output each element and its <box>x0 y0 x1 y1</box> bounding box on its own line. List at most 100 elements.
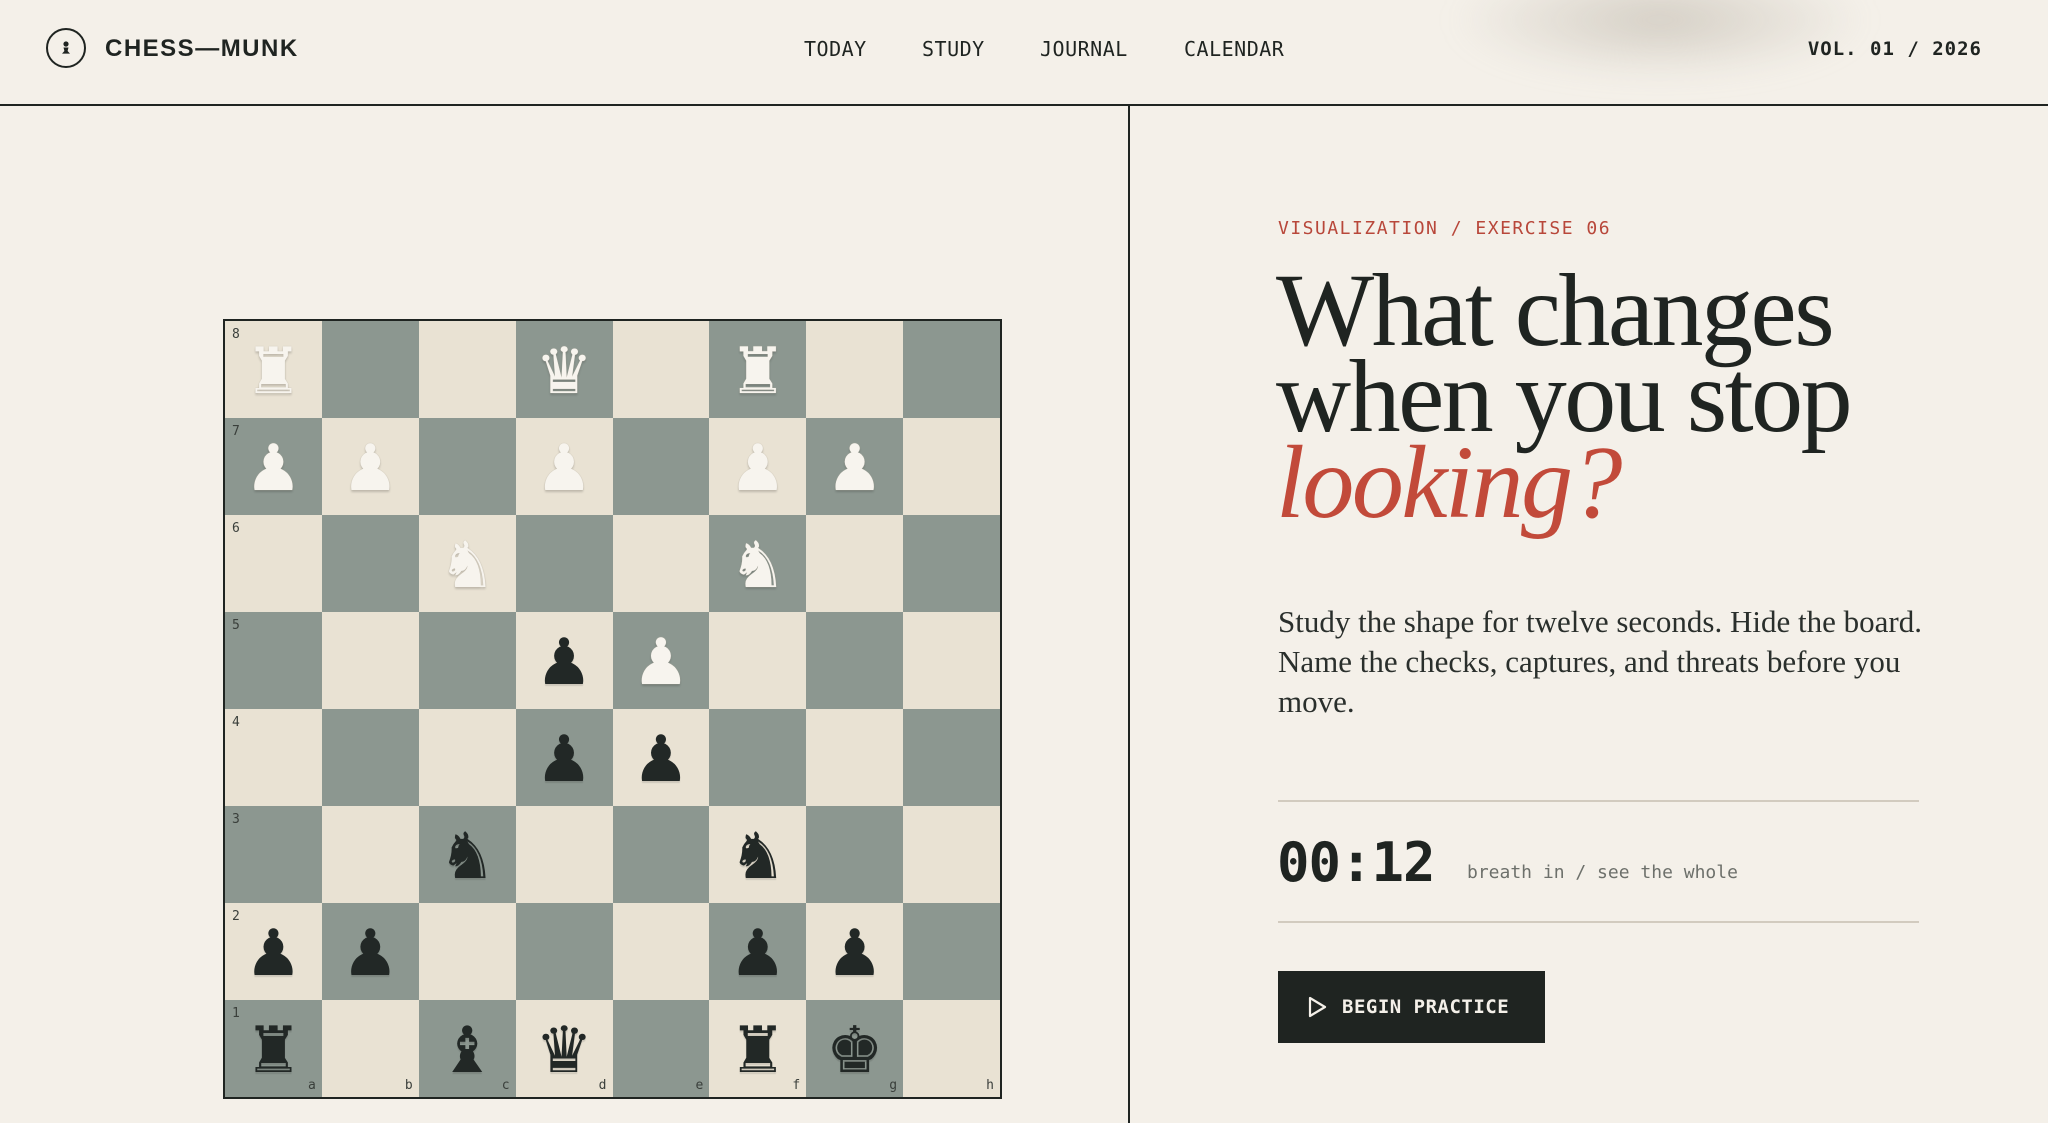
chess-board[interactable]: 8 ♜ ♛ ♜ 7 ♟ ♟ ♟ ♟ ♟ 6 ♞ ♞ 5 ♟ ♟ 4 ♟ ♟ 3 ♞ ♞ 2 ♟ ♟ ♟ ♟ 1 a ♜ b c ♝ d ♛ e f ♜ g ♚… <box>223 319 1002 1099</box>
square-g8[interactable] <box>806 321 904 418</box>
square-c4[interactable] <box>418 709 516 806</box>
file-label: f <box>792 1078 801 1093</box>
square-f1[interactable]: f ♜ <box>709 1000 807 1097</box>
square-b2[interactable]: ♟ <box>321 903 419 1000</box>
black-pawn-icon[interactable]: ♟ <box>535 728 592 792</box>
square-f5[interactable] <box>709 612 807 709</box>
square-h7[interactable] <box>903 418 1000 515</box>
square-d3[interactable] <box>515 806 613 903</box>
black-pawn-icon[interactable]: ♟ <box>245 922 302 986</box>
square-d2[interactable] <box>515 903 613 1000</box>
white-pawn-icon[interactable]: ♟ <box>729 437 786 501</box>
square-g3[interactable] <box>806 806 904 903</box>
nav-journal[interactable]: JOURNAL <box>1040 36 1128 62</box>
square-a5[interactable]: 5 <box>225 612 322 709</box>
square-b3[interactable] <box>321 806 419 903</box>
square-e7[interactable] <box>612 418 710 515</box>
black-pawn-icon[interactable]: ♟ <box>535 631 592 695</box>
exercise-headline: What changes when you stop looking? <box>1276 259 2016 535</box>
square-a7[interactable]: 7 ♟ <box>225 418 322 515</box>
white-pawn-icon[interactable]: ♟ <box>245 437 302 501</box>
black-king-icon[interactable]: ♚ <box>826 1019 883 1083</box>
nav-study[interactable]: STUDY <box>922 36 985 62</box>
white-knight-icon[interactable]: ♞ <box>439 534 496 598</box>
square-f2[interactable]: ♟ <box>709 903 807 1000</box>
square-h5[interactable] <box>903 612 1000 709</box>
divider-bottom <box>1278 921 1919 923</box>
square-g4[interactable] <box>806 709 904 806</box>
black-rook-icon[interactable]: ♜ <box>245 1019 302 1083</box>
square-e3[interactable] <box>612 806 710 903</box>
square-f4[interactable] <box>709 709 807 806</box>
square-f8[interactable]: ♜ <box>709 321 807 418</box>
black-pawn-icon[interactable]: ♟ <box>342 922 399 986</box>
white-pawn-icon[interactable]: ♟ <box>342 437 399 501</box>
square-a4[interactable]: 4 <box>225 709 322 806</box>
black-pawn-icon[interactable]: ♟ <box>826 922 883 986</box>
square-a2[interactable]: 2 ♟ <box>225 903 322 1000</box>
black-pawn-icon[interactable]: ♟ <box>632 728 689 792</box>
square-b4[interactable] <box>321 709 419 806</box>
square-a1[interactable]: 1 a ♜ <box>225 1000 322 1097</box>
begin-practice-button[interactable]: BEGIN PRACTICE <box>1278 971 1545 1043</box>
square-b1[interactable]: b <box>321 1000 419 1097</box>
square-h2[interactable] <box>903 903 1000 1000</box>
white-pawn-icon[interactable]: ♟ <box>632 631 689 695</box>
square-h1[interactable]: h <box>903 1000 1000 1097</box>
square-a3[interactable]: 3 <box>225 806 322 903</box>
square-d5[interactable]: ♟ <box>515 612 613 709</box>
black-rook-icon[interactable]: ♜ <box>729 1019 786 1083</box>
square-e5[interactable]: ♟ <box>612 612 710 709</box>
square-g2[interactable]: ♟ <box>806 903 904 1000</box>
square-b6[interactable] <box>321 515 419 612</box>
square-f6[interactable]: ♞ <box>709 515 807 612</box>
square-e8[interactable] <box>612 321 710 418</box>
square-c3[interactable]: ♞ <box>418 806 516 903</box>
white-rook-icon[interactable]: ♜ <box>245 340 302 404</box>
square-b5[interactable] <box>321 612 419 709</box>
rank-label: 1 <box>232 1006 240 1021</box>
black-queen-icon[interactable]: ♛ <box>535 1019 592 1083</box>
square-d4[interactable]: ♟ <box>515 709 613 806</box>
white-pawn-icon[interactable]: ♟ <box>535 437 592 501</box>
square-h3[interactable] <box>903 806 1000 903</box>
square-b8[interactable] <box>321 321 419 418</box>
square-c1[interactable]: c ♝ <box>418 1000 516 1097</box>
square-c2[interactable] <box>418 903 516 1000</box>
square-c5[interactable] <box>418 612 516 709</box>
white-rook-icon[interactable]: ♜ <box>729 340 786 404</box>
square-a6[interactable]: 6 <box>225 515 322 612</box>
square-a8[interactable]: 8 ♜ <box>225 321 322 418</box>
square-g6[interactable] <box>806 515 904 612</box>
square-d7[interactable]: ♟ <box>515 418 613 515</box>
black-knight-icon[interactable]: ♞ <box>729 825 786 889</box>
nav-calendar[interactable]: CALENDAR <box>1184 36 1284 62</box>
square-e2[interactable] <box>612 903 710 1000</box>
square-h6[interactable] <box>903 515 1000 612</box>
square-g7[interactable]: ♟ <box>806 418 904 515</box>
square-e6[interactable] <box>612 515 710 612</box>
square-d1[interactable]: d ♛ <box>515 1000 613 1097</box>
square-c8[interactable] <box>418 321 516 418</box>
square-e4[interactable]: ♟ <box>612 709 710 806</box>
black-knight-icon[interactable]: ♞ <box>439 825 496 889</box>
white-knight-icon[interactable]: ♞ <box>729 534 786 598</box>
square-e1[interactable]: e <box>612 1000 710 1097</box>
square-c7[interactable] <box>418 418 516 515</box>
square-g5[interactable] <box>806 612 904 709</box>
square-b7[interactable]: ♟ <box>321 418 419 515</box>
square-h4[interactable] <box>903 709 1000 806</box>
rank-label: 3 <box>232 812 240 827</box>
square-f7[interactable]: ♟ <box>709 418 807 515</box>
nav-today[interactable]: TODAY <box>804 36 867 62</box>
white-queen-icon[interactable]: ♛ <box>535 340 592 404</box>
black-pawn-icon[interactable]: ♟ <box>729 922 786 986</box>
square-d8[interactable]: ♛ <box>515 321 613 418</box>
white-pawn-icon[interactable]: ♟ <box>826 437 883 501</box>
square-h8[interactable] <box>903 321 1000 418</box>
square-d6[interactable] <box>515 515 613 612</box>
black-bishop-icon[interactable]: ♝ <box>439 1019 496 1083</box>
square-g1[interactable]: g ♚ <box>806 1000 904 1097</box>
square-f3[interactable]: ♞ <box>709 806 807 903</box>
square-c6[interactable]: ♞ <box>418 515 516 612</box>
